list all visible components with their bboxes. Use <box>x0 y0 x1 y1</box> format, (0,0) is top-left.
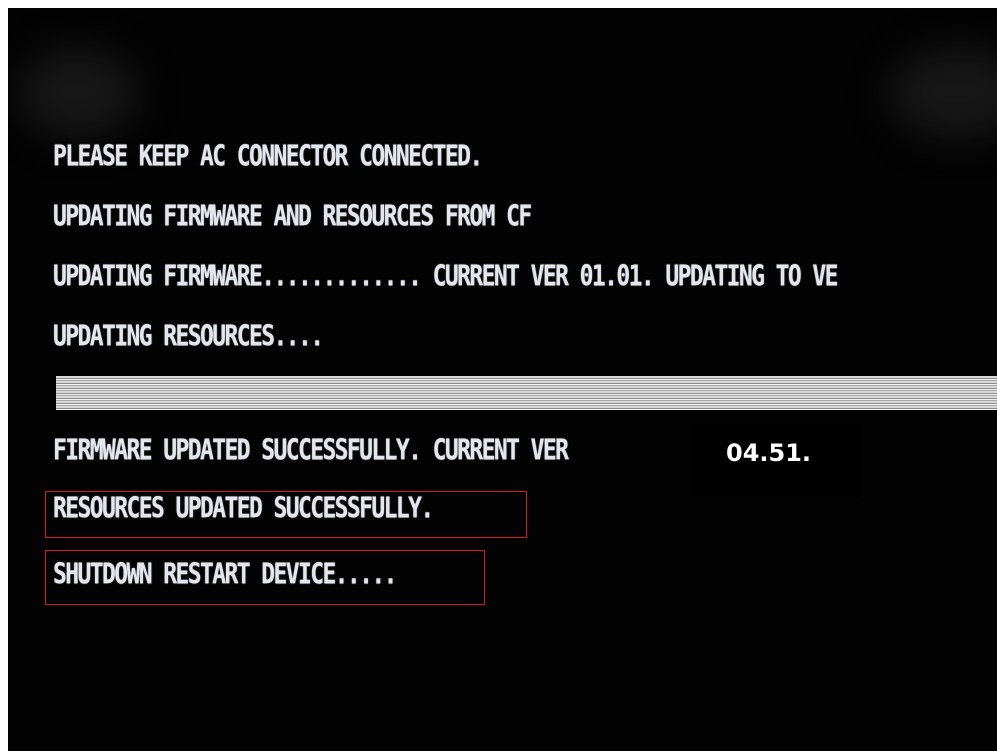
status-line-firmware-updated: FIRMWARE UPDATED SUCCESSFULLY. CURRENT V… <box>53 435 569 467</box>
status-line-updating-resources: UPDATING RESOURCES.... <box>53 321 324 353</box>
highlight-box-shutdown-restart <box>45 550 485 605</box>
status-line-ac-connector: PLEASE KEEP AC CONNECTOR CONNECTED. <box>53 141 483 173</box>
device-screen: PLEASE KEEP AC CONNECTOR CONNECTED. UPDA… <box>8 8 997 751</box>
update-progress-fill <box>56 376 997 410</box>
update-progress-bar <box>56 376 997 410</box>
screen-glare-right <box>888 48 997 138</box>
version-overlay-label: 04.51. <box>726 439 812 467</box>
highlight-box-resources-updated <box>45 491 527 538</box>
status-line-updating-from-cf: UPDATING FIRMWARE AND RESOURCES FROM CF <box>53 201 532 233</box>
screen-glare-left <box>18 48 138 138</box>
version-overlay: 04.51. <box>692 424 862 498</box>
status-line-updating-firmware: UPDATING FIRMWARE............. CURRENT V… <box>53 261 838 293</box>
